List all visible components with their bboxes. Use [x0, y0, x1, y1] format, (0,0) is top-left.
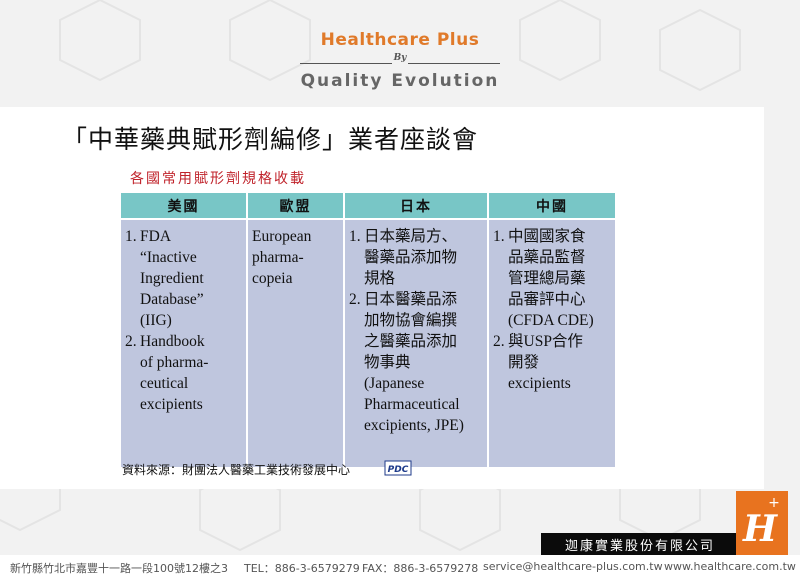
list-item-number: 1.: [349, 228, 361, 245]
header-eu: 歐盟: [247, 193, 345, 220]
table-caption: 各國常用賦形劑規格收載: [130, 171, 306, 187]
footer-website[interactable]: www.healthcare.com.tw: [664, 560, 796, 573]
cell-eu: European pharma-copeia: [247, 219, 345, 467]
footer-tel: TEL：886-3-6579279: [244, 562, 360, 575]
header-china: 中國: [488, 193, 615, 220]
list-item-line: Pharmaceutical: [364, 396, 460, 413]
list-item-line: 開發: [508, 354, 540, 371]
list-item: 2. 日本醫藥品添 加物協會編撰 之醫藥品添加 物事典 (Japanese Pharmace…: [349, 289, 484, 436]
list-item-line: 管理總局藥: [508, 270, 586, 287]
list-item-line: Ingredient: [140, 270, 204, 287]
brand-title: Healthcare Plus: [320, 30, 480, 50]
brand-divider-right: [408, 63, 500, 64]
healthcare-plus-logo-icon: + H: [736, 491, 788, 555]
list-item-line: (CFDA CDE): [508, 312, 594, 329]
cell-china: 1. 中國國家食 品藥品監督 管理總局藥 品審評中心 (CFDA CDE) 2. 與USP合作…: [488, 219, 615, 467]
list-item: 1. 日本藥局方、 醫藥品添加物 規格: [349, 226, 484, 289]
list-item-number: 1.: [493, 228, 505, 245]
footer-address: 新竹縣竹北市嘉豐十一路一段100號12樓之3: [10, 562, 228, 575]
list-item-line: 與USP合作: [508, 333, 583, 350]
brand-by-label: By: [393, 53, 407, 63]
cell-line: pharma-: [252, 249, 304, 266]
footer-email[interactable]: service@healthcare-plus.com.tw: [483, 560, 663, 573]
list-item-line: 醫藥品添加物: [364, 249, 458, 266]
footer-fax: FAX：886-3-6579278: [362, 562, 479, 575]
list-item-line: excipients: [140, 396, 203, 413]
list-item-line: excipients, JPE): [364, 417, 464, 434]
cell-line: copeia: [252, 270, 293, 287]
cell-text: European pharma-copeia: [252, 226, 340, 289]
list-item-line: excipients: [508, 375, 571, 392]
list-item: 1. 中國國家食品藥品監督管理總局藥品審評中心 (CFDA CDE): [493, 226, 612, 331]
cell-line: European: [252, 228, 312, 245]
company-name-bar: 迦康實業股份有限公司: [541, 533, 739, 555]
list-item-number: 2.: [125, 333, 137, 350]
cell-japan: 1. 日本藥局方、 醫藥品添加物 規格 2. 日本醫藥品添 加物協會編撰 之醫藥品添加 物事典(…: [344, 219, 489, 467]
list-item-number: 1.: [125, 228, 137, 245]
list-item: 2. 與USP合作 開發 excipients: [493, 331, 612, 394]
logo-letter-text: H: [742, 508, 778, 550]
list-item-line: 品審評中心: [508, 291, 586, 308]
excipient-spec-table: 美國 歐盟 日本 中國 1. FDA “Inactive Ingredient Data…: [121, 193, 615, 467]
list-item-line: 加物協會編撰: [364, 312, 458, 329]
numbered-list: 1. 日本藥局方、 醫藥品添加物 規格 2. 日本醫藥品添 加物協會編撰 之醫藥品添加 物事典(…: [349, 226, 484, 436]
brand-divider-left: [300, 63, 392, 64]
list-item-line: 日本醫藥品添: [364, 291, 458, 308]
pdc-logo-icon: PDC: [384, 460, 412, 476]
list-item-number: 2.: [493, 333, 505, 350]
brand-subtitle: Quality Evolution: [300, 71, 500, 91]
list-item-line: (IIG): [140, 312, 172, 329]
list-item-line: 中國國家食: [508, 228, 586, 245]
header-japan: 日本: [344, 193, 489, 220]
list-item-line: Handbook: [140, 333, 205, 350]
page-title: 「中華藥典賦形劑編修」業者座談會: [62, 125, 479, 154]
list-item-number: 2.: [349, 291, 361, 308]
company-name: 迦康實業股份有限公司: [564, 538, 715, 554]
list-item-line: FDA: [140, 228, 172, 245]
list-item-line: 品藥品監督: [508, 249, 586, 266]
list-item-line: of pharma-: [140, 354, 209, 371]
list-item: 1. FDA “Inactive Ingredient Database” (IIG): [125, 226, 243, 331]
list-item-line: 物事典: [364, 354, 411, 371]
header-usa: 美國: [121, 193, 248, 220]
list-item-line: (Japanese: [364, 375, 425, 392]
list-item-line: 日本藥局方、: [364, 228, 458, 245]
list-item-line: “Inactive: [140, 249, 197, 266]
list-item-line: 規格: [364, 270, 396, 287]
list-item-line: Database”: [140, 291, 204, 308]
cell-usa: 1. FDA “Inactive Ingredient Database” (IIG) 2.…: [121, 219, 248, 467]
numbered-list: 1. 中國國家食 品藥品監督 管理總局藥 品審評中心 (CFDA CDE) 2. 與USP合作…: [493, 226, 612, 394]
source-note: 資料來源：財團法人醫藥工業技術發展中心: [122, 463, 351, 477]
list-item-line: 之醫藥品添加: [364, 333, 458, 350]
pdc-logo-text: PDC: [388, 465, 409, 475]
list-item: 2. Handbook of pharma-ceutical excipients: [125, 331, 243, 415]
list-item-line: ceutical: [140, 375, 189, 392]
footer-bar: 新竹縣竹北市嘉豐十一路一段100號12樓之3 TEL：886-3-6579279…: [0, 555, 800, 579]
numbered-list: 1. FDA “Inactive Ingredient Database” (IIG) 2.…: [125, 226, 243, 415]
